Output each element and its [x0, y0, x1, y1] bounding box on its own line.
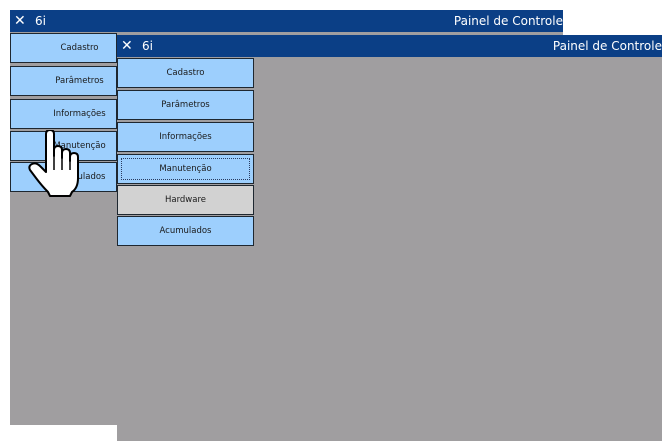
- window-title: 6i: [35, 14, 46, 28]
- menu-button-hardware[interactable]: Hardware: [117, 185, 254, 215]
- menu-button-cadastro[interactable]: Cadastro: [117, 58, 254, 88]
- window-title-right: Painel de Controle: [453, 14, 563, 28]
- hand-pointer-cursor: [28, 130, 79, 197]
- menu-button-label: Parâmetros: [161, 100, 210, 110]
- menu-button-parametros[interactable]: Parâmetros: [117, 90, 254, 120]
- menu-button-informacoes[interactable]: Informações: [117, 122, 254, 152]
- menu-button-parametros[interactable]: Parâmetros: [10, 66, 117, 96]
- window-title-right: Painel de Controle: [552, 39, 662, 53]
- menu-button-label: Cadastro: [166, 68, 205, 78]
- menu-button-label: Hardware: [164, 195, 207, 205]
- menu-button-label: Acumulados: [159, 226, 212, 236]
- menu-button-label: Informações: [159, 132, 212, 142]
- menu-button-manutencao[interactable]: Manutenção: [117, 154, 254, 184]
- back-window-titlebar: ✕ 6i Painel de Controle: [10, 10, 563, 32]
- focus-outline: [121, 158, 250, 180]
- menu-button-label: Cadastro: [60, 43, 99, 53]
- close-icon[interactable]: ✕: [14, 10, 26, 32]
- menu-button-label: Informações: [53, 109, 106, 119]
- close-icon[interactable]: ✕: [121, 35, 133, 57]
- menu-button-informacoes[interactable]: Informações: [10, 99, 117, 129]
- front-window-titlebar: ✕ 6i Painel de Controle: [117, 35, 662, 57]
- menu-button-label: Parâmetros: [55, 76, 104, 86]
- menu-button-acumulados[interactable]: Acumulados: [117, 216, 254, 246]
- menu-button-cadastro[interactable]: Cadastro: [10, 33, 117, 63]
- front-window: ✕ 6i Painel de Controle Cadastro Parâmet…: [117, 35, 662, 441]
- window-title: 6i: [142, 39, 153, 53]
